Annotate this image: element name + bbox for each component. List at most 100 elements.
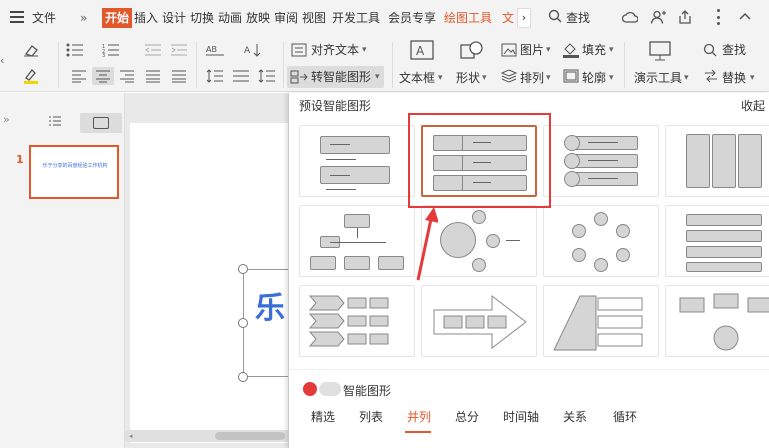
replace-dropdown-icon[interactable]: ▾ — [750, 69, 755, 87]
text-box-dropdown-icon[interactable]: ▾ — [438, 69, 443, 87]
tab-insert[interactable]: 插入 — [134, 9, 158, 27]
find-icon[interactable] — [700, 41, 722, 59]
tab-drawing-tools[interactable]: 绘图工具 — [444, 9, 492, 27]
arrange-icon[interactable] — [498, 67, 520, 85]
outline-icon[interactable] — [560, 67, 582, 85]
present-tools-dropdown-icon[interactable]: ▾ — [684, 69, 689, 87]
align-text-icon[interactable] — [288, 41, 310, 59]
shape-button[interactable]: 形状 — [456, 69, 480, 87]
scrollbar-thumb[interactable] — [215, 432, 285, 440]
ribbon-scroll-left-icon[interactable]: ‹ — [0, 54, 10, 67]
cloud-sync-icon[interactable] — [621, 10, 639, 27]
align-center-icon[interactable] — [92, 67, 114, 85]
smartart-template-7[interactable] — [543, 205, 659, 277]
tab-design[interactable]: 设计 — [162, 9, 186, 27]
tab-featured[interactable]: 精选 — [311, 408, 335, 425]
align-right-icon[interactable] — [116, 67, 138, 85]
text-direction-icon[interactable]: A — [242, 41, 264, 59]
shape-icon[interactable] — [460, 40, 486, 64]
tab-cycle[interactable]: 循环 — [613, 408, 637, 425]
smartart-template-6[interactable] — [421, 205, 537, 277]
align-left-icon[interactable] — [68, 67, 90, 85]
tabs-scroll-right-icon[interactable]: › — [517, 8, 531, 28]
smartart-template-9[interactable] — [299, 285, 415, 357]
slide-view-button[interactable] — [80, 113, 122, 133]
outline-button[interactable]: 轮廓 — [582, 69, 606, 87]
tab-view[interactable]: 视图 — [302, 9, 326, 27]
scroll-left-icon[interactable]: ◂ — [129, 432, 133, 440]
align-text-dropdown-icon[interactable]: ▾ — [362, 41, 367, 59]
share-icon[interactable] — [678, 10, 692, 27]
tab-relation[interactable]: 关系 — [563, 408, 587, 425]
arrange-button[interactable]: 排列 — [520, 69, 544, 87]
eraser-icon[interactable] — [20, 41, 42, 59]
tab-member[interactable]: 会员专享 — [388, 9, 436, 27]
slide-thumbnail-text: 乐于分享的百度经验工作机构 — [42, 163, 108, 169]
spacing-options-icon[interactable] — [256, 67, 278, 85]
highlight-color-icon[interactable] — [20, 67, 42, 85]
fill-icon[interactable] — [560, 41, 582, 59]
expand-pane-icon[interactable]: » — [3, 113, 10, 126]
tab-developer[interactable]: 开发工具 — [332, 9, 380, 27]
collapse-button[interactable]: 收起 — [741, 97, 765, 114]
hamburger-icon[interactable] — [10, 11, 24, 23]
tab-home[interactable]: 开始 — [102, 8, 133, 28]
picture-button[interactable]: 图片 — [520, 41, 544, 59]
replace-button[interactable]: 替换 — [722, 69, 746, 87]
tab-text-tools[interactable]: 文 — [502, 9, 514, 27]
tab-animation[interactable]: 动画 — [218, 9, 242, 27]
justify-icon[interactable] — [142, 67, 164, 85]
smartart-template-1[interactable] — [299, 125, 415, 197]
picture-icon[interactable] — [498, 41, 520, 59]
smartart-template-5[interactable] — [299, 205, 415, 277]
tab-hierarchy[interactable]: 总分 — [455, 408, 479, 425]
fill-button[interactable]: 填充 — [582, 41, 606, 59]
tab-review[interactable]: 审阅 — [274, 9, 298, 27]
replace-icon[interactable] — [700, 67, 722, 85]
more-options-icon[interactable] — [716, 9, 720, 25]
search-icon[interactable] — [548, 9, 562, 23]
paragraph-spacing-icon[interactable] — [230, 67, 252, 85]
horizontal-scrollbar[interactable]: ◂ — [125, 430, 290, 442]
decrease-indent-icon[interactable] — [142, 41, 164, 59]
smartart-template-11[interactable] — [543, 285, 659, 357]
picture-dropdown-icon[interactable]: ▾ — [546, 41, 551, 59]
collaborate-icon[interactable] — [650, 10, 666, 27]
tab-transition[interactable]: 切换 — [190, 9, 214, 27]
present-tools-button[interactable]: 演示工具 — [634, 69, 682, 87]
smartart-template-8[interactable] — [665, 205, 769, 277]
align-text-button[interactable]: 对齐文本 — [311, 41, 359, 59]
resize-handle-bl[interactable] — [238, 372, 248, 382]
slide-thumbnail[interactable]: 乐于分享的百度经验工作机构 — [29, 145, 119, 199]
text-box-icon[interactable]: A — [410, 40, 436, 64]
convert-smartart-button[interactable]: 转智能图形 ▾ — [287, 66, 384, 88]
distribute-icon[interactable] — [168, 67, 190, 85]
line-spacing-icon[interactable] — [204, 67, 226, 85]
tab-list[interactable]: 列表 — [359, 408, 383, 425]
shape-dropdown-icon[interactable]: ▾ — [482, 69, 487, 87]
resize-handle-ml[interactable] — [238, 318, 248, 328]
tab-slideshow[interactable]: 放映 — [246, 9, 270, 27]
smartart-template-4[interactable] — [665, 125, 769, 197]
search-label[interactable]: 查找 — [566, 9, 590, 27]
resize-handle-tl[interactable] — [238, 264, 248, 274]
tab-parallel[interactable]: 并列 — [407, 408, 431, 425]
smartart-template-3[interactable] — [543, 125, 659, 197]
collapse-ribbon-icon[interactable] — [738, 9, 752, 26]
arrange-dropdown-icon[interactable]: ▾ — [546, 69, 551, 87]
text-box-button[interactable]: 文本框 — [399, 69, 435, 87]
outline-dropdown-icon[interactable]: ▾ — [609, 69, 614, 87]
smartart-template-10[interactable] — [421, 285, 537, 357]
numbered-list-icon[interactable]: 123 — [100, 41, 122, 59]
present-tools-icon[interactable] — [648, 40, 674, 64]
bullet-list-icon[interactable] — [64, 41, 86, 59]
increase-indent-icon[interactable] — [168, 41, 190, 59]
file-menu[interactable]: 文件 — [32, 9, 56, 27]
fill-dropdown-icon[interactable]: ▾ — [609, 41, 614, 59]
tab-timeline[interactable]: 时间轴 — [503, 408, 539, 425]
outline-view-icon[interactable] — [48, 115, 62, 130]
more-menus-icon[interactable]: » — [80, 9, 87, 27]
smartart-template-12[interactable] — [665, 285, 769, 357]
find-button[interactable]: 查找 — [722, 41, 746, 59]
char-spacing-icon[interactable]: AB — [204, 41, 226, 59]
